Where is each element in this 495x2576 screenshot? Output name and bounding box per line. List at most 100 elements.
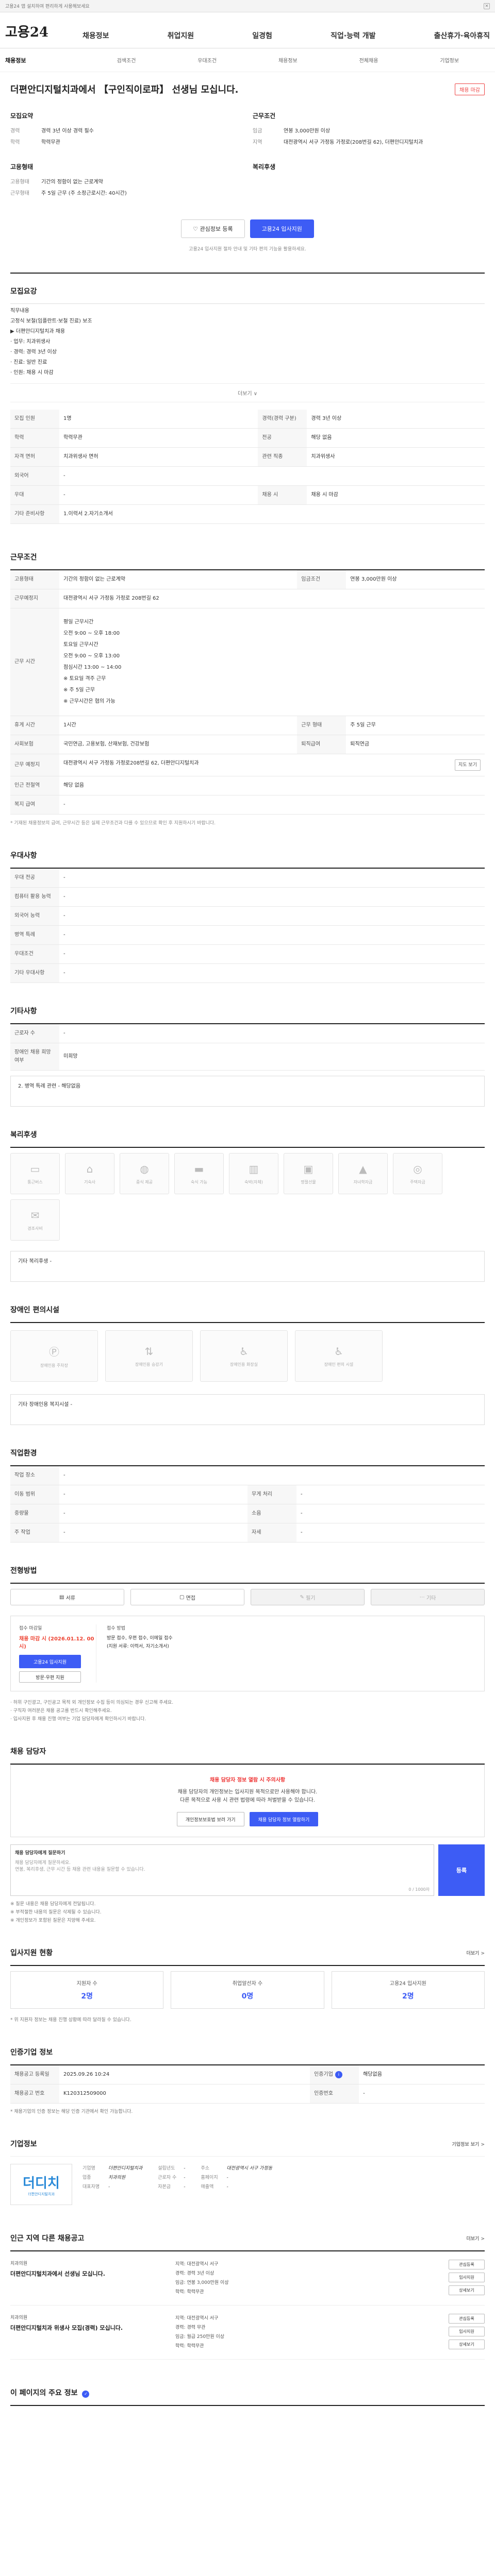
- stat-card: 고용24 입사지원 2명: [331, 1971, 485, 2009]
- facility-label: 장애인용 화장실: [229, 1362, 258, 1367]
- cell-key: 근로자 수: [10, 1024, 59, 1043]
- interest-label: 관심정보 등록: [200, 226, 233, 232]
- list-item[interactable]: 치과의원 더편안디지털치과 위생사 모집(경력) 모십니다. 지역: 대전광역시 …: [10, 2306, 485, 2360]
- cell-key: 채용 시: [258, 485, 307, 505]
- cell-value: 채용 시 마감: [307, 485, 485, 505]
- notice-item: · 입사지원 후 채용 진행 여부는 기업 담당자에게 확인하시기 바랍니다.: [10, 1717, 146, 1722]
- notice-item: · 구직자 여러분은 채용 공고를 반드시 확인해주세요.: [10, 1708, 112, 1714]
- disclaimer: * 기재된 채용정보의 급여, 근무시간 등은 실제 근무조건과 다를 수 있으…: [10, 821, 216, 826]
- rec-info: 임금: 연봉 3,000만원 이상: [175, 2280, 229, 2285]
- subnav-item[interactable]: 우대조건: [167, 56, 248, 64]
- rec-info: 학력: 학력무관: [175, 2290, 204, 2295]
- cell-key: 휴게 시간: [10, 716, 59, 735]
- section-title: 기업정보: [10, 2140, 37, 2148]
- company-link[interactable]: 기업정보 보기 >: [452, 2141, 485, 2147]
- cell-key: 근무 형태: [297, 716, 346, 735]
- rec-apply-button[interactable]: 입사지원: [449, 2273, 485, 2282]
- selection-steps: ▤ 서류 ▢ 면접 ✎ 필기 ⋯ 기타: [10, 1584, 485, 1616]
- method-label: 접수 방법: [107, 1626, 125, 1631]
- cell-key: 경력(경력 구분): [258, 410, 307, 429]
- menu-item[interactable]: 채용정보: [82, 30, 109, 41]
- submit-button[interactable]: 등록: [438, 1844, 485, 1896]
- cell-value: 해당없음: [359, 2065, 485, 2084]
- cond-label: 근무조건: [253, 112, 276, 120]
- step-written: ✎ 필기: [251, 1589, 365, 1605]
- question-placeholder: 채용 담당자에게 질문하세요.: [15, 1860, 71, 1866]
- contact-alert: 채용 담당자 정보 열람 시 주의사항 채용 담당자의 개인정보는 입사지원 목…: [10, 1765, 485, 1837]
- rec-apply-button[interactable]: 입사지원: [449, 2327, 485, 2336]
- section-title: 직업환경: [10, 1449, 37, 1458]
- cell-key: 고용형태: [10, 570, 59, 589]
- cell-value: 국민연금, 고용보험, 산재보험, 건강보험: [59, 735, 298, 754]
- rec-title[interactable]: 더편안디지털치과 위생사 모집(경력) 모십니다.: [10, 2324, 165, 2332]
- rec-detail-button[interactable]: 상세보기: [449, 2340, 485, 2349]
- kv-key: 경력: [10, 128, 20, 134]
- company-logo: 더디치 더편안디지털치과: [10, 2164, 72, 2205]
- question-input[interactable]: 채용 담당자에게 질문하기 채용 담당자에게 질문하세요. 연봉, 복리후생, …: [10, 1844, 434, 1896]
- question-placeholder: 연봉, 복리후생, 근무 시간 등 채용 관련 내용을 질문할 수 있습니다.: [15, 1867, 145, 1872]
- list-item[interactable]: 치과의원 더편안디지털치과에서 선생님 모십니다. 지역: 대전광역시 서구 경력:…: [10, 2251, 485, 2306]
- visit-button[interactable]: 방문·우편 지원: [19, 1671, 81, 1683]
- alert-title: 채용 담당자 정보 열람 시 주의사항: [209, 1777, 286, 1783]
- pencil-icon: ✎: [300, 1594, 306, 1600]
- interest-button[interactable]: ♡ 관심정보 등록: [181, 219, 245, 238]
- info-key: 근로자 수: [158, 2175, 177, 2180]
- info-icon[interactable]: i: [335, 2071, 342, 2078]
- rec-detail-button[interactable]: 상세보기: [449, 2285, 485, 2295]
- cell-key: 모집 인원: [10, 410, 59, 429]
- cell-value: -: [359, 2084, 485, 2104]
- cell-key: 근무 시간: [10, 608, 59, 716]
- subnav-item[interactable]: 채용정보: [5, 56, 86, 64]
- info-value: -: [108, 2184, 110, 2190]
- site-logo[interactable]: 고용24: [5, 22, 67, 41]
- cell-value: 2025.09.26 10:24: [59, 2065, 310, 2084]
- subnav-item[interactable]: 검색조건: [86, 56, 167, 64]
- apply-button-2[interactable]: 고용24 입사지원: [19, 1655, 81, 1668]
- welfare-label: 통근버스: [27, 1179, 43, 1184]
- main-menu: 채용정보 취업지원 일경험 직업·능력 개발 출산휴가·육아휴직: [67, 30, 490, 41]
- kv-value: 경력 3년 이상 경력 필수: [41, 128, 94, 134]
- map-button[interactable]: 지도 보기: [455, 759, 481, 771]
- section-title: 채용 담당자: [10, 1748, 46, 1756]
- menu-item[interactable]: 출산휴가·육아휴직: [434, 30, 490, 41]
- section-title: 모집요강: [10, 287, 37, 296]
- desc-line: 고정식 보철(임플란트·보철 진료) 보조: [10, 318, 92, 324]
- menu-item[interactable]: 직업·능력 개발: [331, 30, 375, 41]
- rec-title[interactable]: 더편안디지털치과에서 선생님 모십니다.: [10, 2269, 165, 2278]
- step-label: 면접: [186, 1595, 196, 1601]
- section-header: 입사지원 현황 더보기 >: [10, 1935, 485, 1965]
- stats-note: * 위 지원자 정보는 채용 진행 상황에 따라 달라질 수 있습니다.: [10, 2018, 131, 2023]
- menu-item[interactable]: 취업지원: [168, 30, 194, 41]
- desc-line: ▶ 더편안디지털치과 채용: [10, 329, 65, 334]
- apply-button[interactable]: 고용24 입사지원: [250, 219, 314, 238]
- coin-icon: ◎: [413, 1162, 422, 1175]
- notice-item: · 허위 구인광고, 구인공고 목적 외 개인정보 수집 등이 의심되는 경우 …: [10, 1700, 174, 1705]
- more-button[interactable]: 더보기 ∨: [10, 383, 485, 402]
- rec-info: 학력: 학력무관: [175, 2344, 204, 2349]
- info-key: 대표자명: [82, 2184, 100, 2190]
- char-count: 0 / 1000자: [408, 1887, 430, 1892]
- subnav-item[interactable]: 전체채용: [328, 56, 409, 64]
- section-title: 복리후생: [10, 1131, 37, 1139]
- privacy-law-button[interactable]: 개인정보보호법 보러 가기: [176, 1812, 244, 1826]
- cell-key: 인증번호: [310, 2084, 359, 2104]
- close-icon[interactable]: ×: [484, 3, 490, 9]
- info-value: -: [184, 2166, 186, 2171]
- status-badge: 채용 마감: [455, 83, 485, 95]
- facility-box: 기타 장애인용 복지시설 -: [10, 1394, 485, 1425]
- more-link[interactable]: 더보기 >: [466, 2235, 485, 2242]
- pref-table: 우대 전공 - 컴퓨터 활용 능력 - 외국어 능력 - 병역 특례 - 우대조건 - 기…: [10, 869, 485, 983]
- more-link[interactable]: 더보기 >: [466, 1950, 485, 1956]
- rec-interest-button[interactable]: 관심등록: [449, 2314, 485, 2324]
- section-title: 이 페이지의 주요 정보: [10, 2389, 78, 2397]
- envelope-icon: ✉: [30, 1209, 40, 1222]
- chat-icon: ▢: [179, 1594, 186, 1600]
- rec-interest-button[interactable]: 관심등록: [449, 2260, 485, 2269]
- cell-key: 기타 우대사항: [10, 963, 59, 983]
- section-title: 우대사항: [10, 852, 37, 860]
- subnav-item[interactable]: 기업정보: [409, 56, 490, 64]
- cell-value: 학력무관: [59, 428, 258, 448]
- menu-item[interactable]: 일경험: [252, 30, 272, 41]
- subnav-item[interactable]: 채용정보: [248, 56, 328, 64]
- view-contact-button[interactable]: 채용 담당자 정보 열람하기: [249, 1812, 319, 1826]
